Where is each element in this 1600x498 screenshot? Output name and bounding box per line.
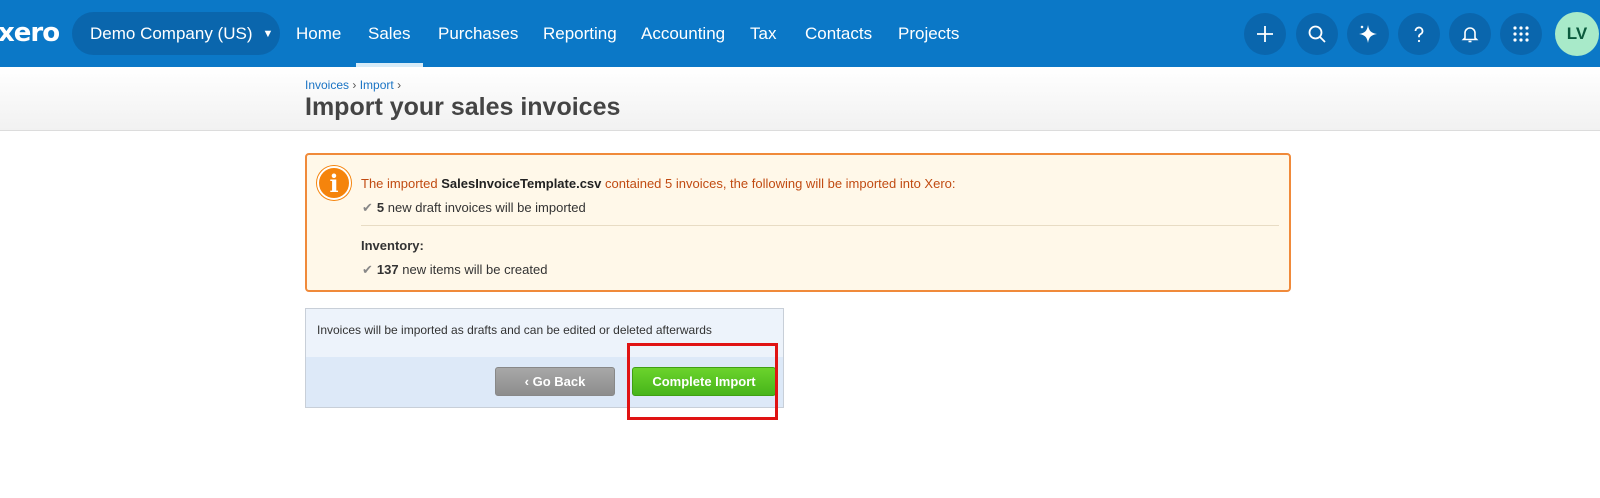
inventory-label: Inventory: [361,238,424,253]
organisation-switcher[interactable]: Demo Company (US) ▼ [72,12,280,55]
breadcrumb: Invoices › Import › [305,78,401,92]
page-title: Import your sales invoices [305,93,621,121]
import-summary-message: The imported SalesInvoiceTemplate.csv co… [361,176,956,191]
breadcrumb-invoices[interactable]: Invoices [305,78,349,92]
organisation-name: Demo Company (US) [90,23,253,43]
highlight-box [627,343,778,420]
go-back-button[interactable]: ‹ Go Back [495,367,615,396]
nav-purchases[interactable]: Purchases [438,0,518,67]
imported-filename: SalesInvoiceTemplate.csv [441,176,602,191]
breadcrumb-import[interactable]: Import [360,78,394,92]
help-icon[interactable] [1398,13,1440,55]
nav-reporting[interactable]: Reporting [543,0,617,67]
nav-contacts[interactable]: Contacts [805,0,872,67]
check-icon: ✔ [362,200,373,215]
nav-projects[interactable]: Projects [898,0,959,67]
breadcrumb-separator: › [352,78,357,92]
breadcrumb-separator: › [397,78,402,92]
items-summary-line: ✔ 137 new items will be created [362,262,548,277]
nav-home[interactable]: Home [296,0,341,67]
page-header: Invoices › Import › Import your sales in… [0,67,1600,131]
top-navigation-bar: xero Demo Company (US) ▼ Home Sales Purc… [0,0,1600,67]
xero-logo[interactable]: xero [0,18,60,48]
divider [361,225,1279,226]
items-count: 137 [376,262,399,277]
apps-grid-icon[interactable] [1500,13,1542,55]
user-avatar[interactable]: LV [1555,12,1599,56]
search-icon[interactable] [1296,13,1338,55]
bell-icon[interactable] [1449,13,1491,55]
invoices-summary-line: ✔ 5 new draft invoices will be imported [362,200,586,215]
import-summary-notice: i The imported SalesInvoiceTemplate.csv … [305,153,1291,292]
nav-accounting[interactable]: Accounting [641,0,725,67]
plus-icon[interactable] [1244,13,1286,55]
check-icon: ✔ [362,262,373,277]
caret-down-icon: ▼ [262,27,274,40]
nav-sales[interactable]: Sales [356,0,422,67]
info-icon: i [317,166,351,200]
nav-tax[interactable]: Tax [750,0,776,67]
invoices-count: 5 [376,200,385,215]
sparkle-icon[interactable] [1347,13,1389,55]
